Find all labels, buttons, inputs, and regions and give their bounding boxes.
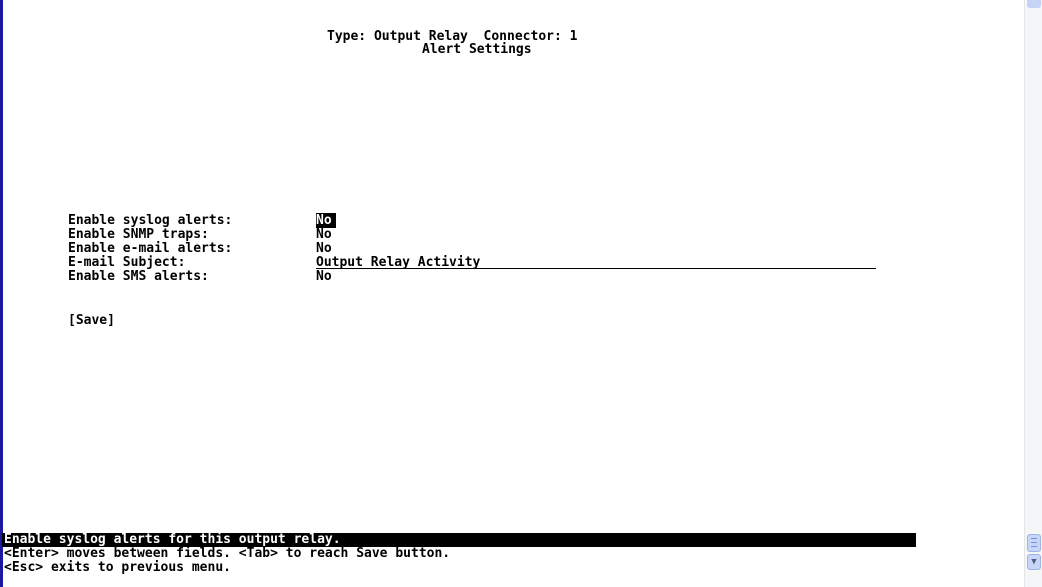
help-text-navigation: <Enter> moves between fields. <Tab> to r… xyxy=(4,546,451,561)
vertical-scrollbar[interactable]: ▼ xyxy=(1024,0,1042,587)
syslog-alerts-field[interactable]: No xyxy=(316,213,336,228)
email-subject-field[interactable]: Output Relay Activity xyxy=(316,256,876,269)
sms-alerts-label: Enable SMS alerts: xyxy=(68,269,209,284)
status-message: Enable syslog alerts for this output rel… xyxy=(2,533,916,547)
page-title: Alert Settings xyxy=(422,42,532,57)
email-alerts-value[interactable]: No xyxy=(316,242,332,255)
syslog-alerts-label: Enable syslog alerts: xyxy=(68,213,233,228)
chevron-down-icon[interactable]: ▼ xyxy=(1027,554,1041,570)
help-text-escape: <Esc> exits to previous menu. xyxy=(4,560,231,575)
window-left-border xyxy=(0,0,3,587)
syslog-alerts-value[interactable]: No xyxy=(316,213,336,228)
scrollbar-top-cap xyxy=(1027,0,1041,8)
email-alerts-label: Enable e-mail alerts: xyxy=(68,241,233,256)
save-button[interactable]: [Save] xyxy=(68,314,115,327)
terminal-screen: Type: Output Relay Connector: 1 Alert Se… xyxy=(4,0,1024,587)
email-subject-input[interactable]: Output Relay Activity xyxy=(316,256,876,269)
email-subject-label: E-mail Subject: xyxy=(68,255,186,270)
snmp-traps-value[interactable]: No xyxy=(316,228,332,241)
sms-alerts-value[interactable]: No xyxy=(316,270,332,283)
scrollbar-thumb[interactable] xyxy=(1027,534,1041,552)
snmp-traps-label: Enable SNMP traps: xyxy=(68,227,209,242)
